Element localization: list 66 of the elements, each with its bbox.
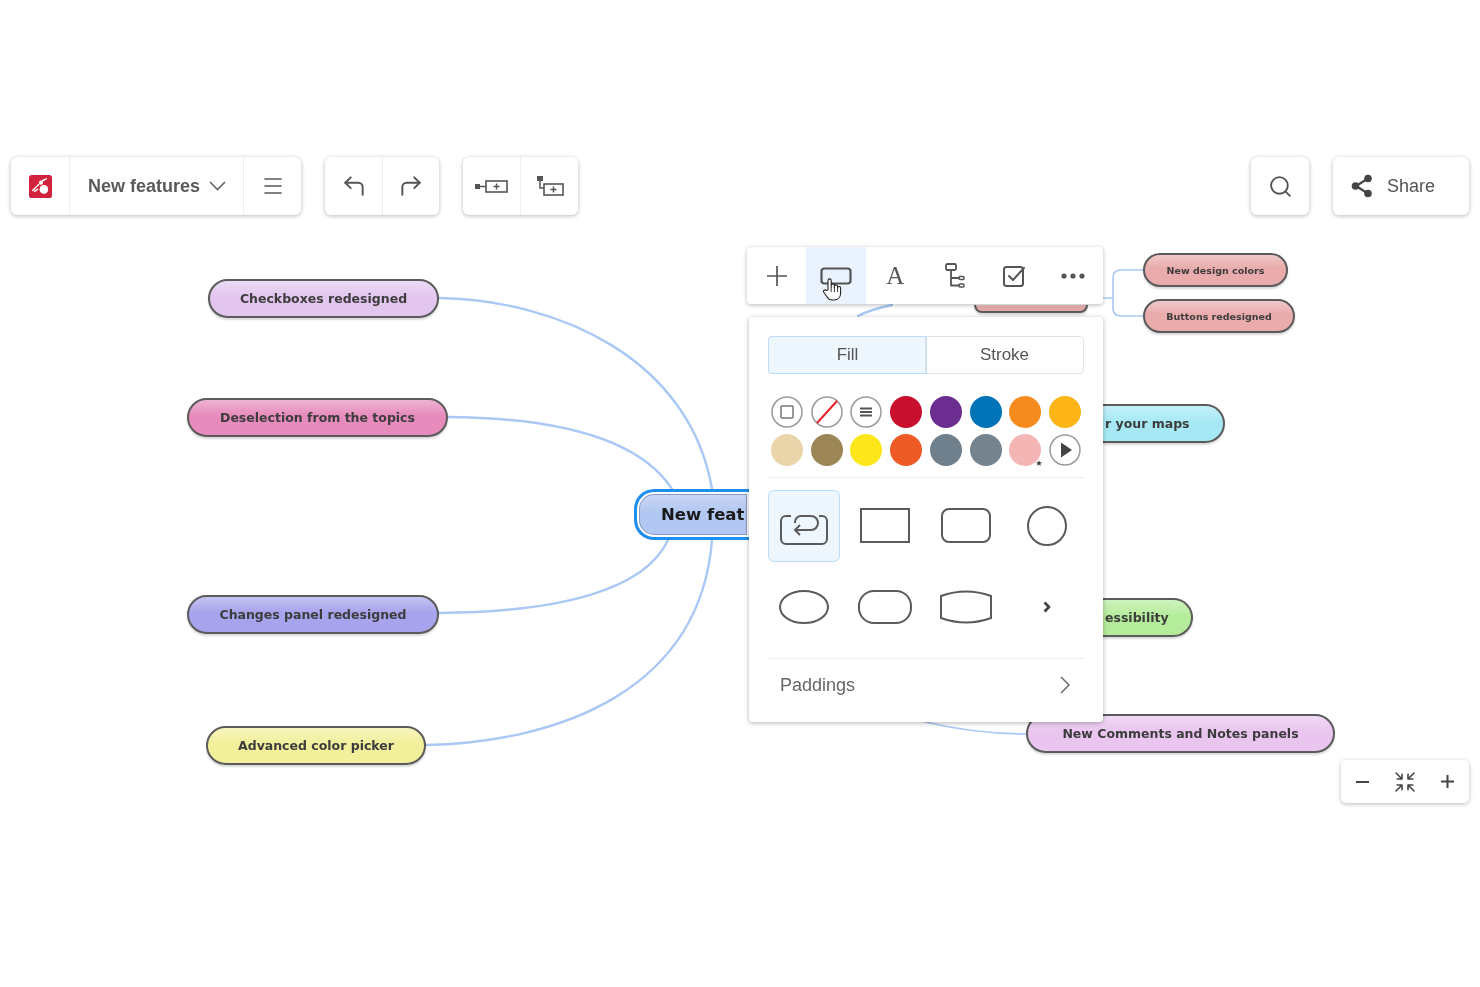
fill-option-button[interactable] <box>1048 433 1081 466</box>
color-swatch[interactable] <box>929 395 962 428</box>
toolbar-tool[interactable]: A <box>865 247 925 304</box>
rounded-rectangle-icon <box>941 508 991 544</box>
color-swatch[interactable] <box>1048 395 1081 428</box>
circle-icon <box>1027 505 1067 546</box>
share-button[interactable]: Share <box>1333 157 1469 215</box>
add-child-icon <box>535 175 564 197</box>
search-icon <box>1267 173 1293 199</box>
chevron-right-icon <box>1060 676 1070 695</box>
hand-cursor-icon <box>822 277 843 301</box>
barrel-shape-icon <box>940 589 992 624</box>
search-button[interactable] <box>1251 157 1309 215</box>
color-swatch[interactable] <box>969 395 1002 428</box>
star-icon <box>1036 459 1043 466</box>
chevron-down-icon <box>209 181 227 191</box>
mind-map-node[interactable] <box>974 305 1088 313</box>
connector-line <box>1102 269 1144 317</box>
color-swatch[interactable] <box>890 433 923 466</box>
app-logo-icon <box>28 174 52 198</box>
toolbar-tool[interactable] <box>806 247 866 304</box>
play-circle-icon <box>1048 433 1081 466</box>
fill-option-button[interactable] <box>810 395 843 428</box>
mind-map-node[interactable]: Changes panel redesigned <box>187 595 439 634</box>
color-swatch[interactable] <box>771 433 803 466</box>
redo-icon <box>398 173 424 199</box>
add-sibling-icon <box>474 179 509 193</box>
color-swatch[interactable] <box>850 433 883 466</box>
mind-map-node[interactable]: Advanced color picker <box>206 726 426 765</box>
minus-icon <box>1355 780 1369 783</box>
color-swatch[interactable] <box>890 395 923 428</box>
mind-map-node[interactable]: essibility <box>1103 598 1193 637</box>
checkbox-icon <box>1002 264 1025 287</box>
color-swatch[interactable] <box>969 433 1002 466</box>
connector-line <box>856 303 894 318</box>
shape-option[interactable] <box>768 489 840 562</box>
panel-tab[interactable]: Fill <box>768 336 927 374</box>
plus-icon <box>1441 775 1455 788</box>
rounded-rectangle-icon <box>820 266 852 285</box>
panel-tab[interactable]: Stroke <box>925 336 1084 374</box>
color-swatch[interactable] <box>1009 395 1042 428</box>
rectangle-icon <box>860 508 910 544</box>
plus-icon <box>766 265 787 286</box>
ellipse-icon <box>779 589 829 624</box>
color-swatch[interactable] <box>1009 433 1042 466</box>
lines-circle-icon <box>850 395 883 428</box>
map-title-dropdown[interactable]: New features <box>69 157 243 215</box>
mind-map-node[interactable]: New feat <box>634 489 749 540</box>
square-in-circle-icon <box>771 395 803 428</box>
mind-map-node[interactable]: Buttons redesigned <box>1143 299 1295 333</box>
mind-map-node[interactable]: New design colors <box>1143 253 1288 287</box>
color-swatch[interactable] <box>810 433 843 466</box>
share-icon <box>1351 174 1373 198</box>
color-swatch[interactable] <box>929 433 962 466</box>
chevron-right-icon <box>1043 600 1051 613</box>
mind-map-node[interactable]: r your maps <box>1103 404 1225 443</box>
fill-option-button[interactable] <box>850 395 883 428</box>
mind-map-node[interactable]: New Comments and Notes panels <box>1026 714 1335 753</box>
paddings-row[interactable]: Paddings <box>768 658 1084 712</box>
mind-map-node[interactable]: Deselection from the topics <box>187 398 448 437</box>
tree-structure-icon <box>944 263 965 288</box>
mind-map-node[interactable]: Checkboxes redesigned <box>208 279 439 318</box>
pill-shape-icon <box>858 589 912 624</box>
shrink-arrows-icon <box>1393 769 1417 794</box>
crossed-circle-icon <box>810 395 843 428</box>
more-icon <box>1061 272 1086 279</box>
